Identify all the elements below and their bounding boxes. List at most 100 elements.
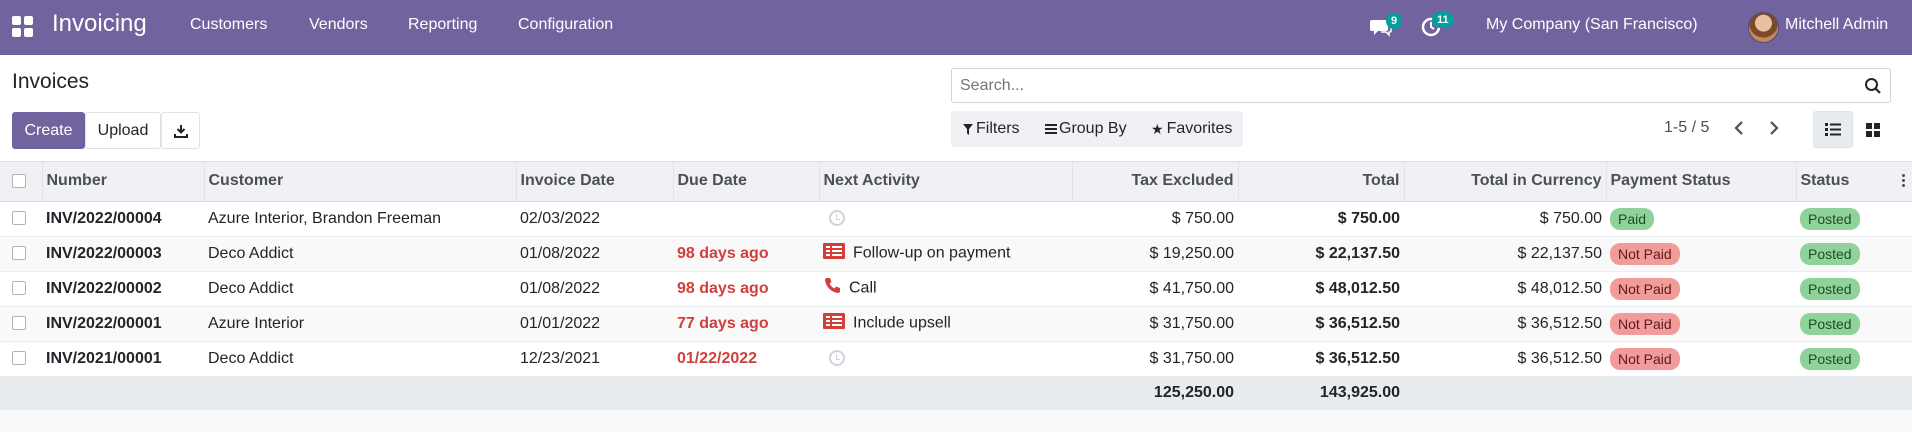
header-due-date[interactable]: Due Date xyxy=(673,162,820,202)
cell-number[interactable]: INV/2022/00001 xyxy=(42,306,204,342)
row-select-cell[interactable] xyxy=(0,341,42,377)
cell-payment-status[interactable]: Paid xyxy=(1606,201,1796,237)
cell-tax-excluded[interactable]: $ 750.00 xyxy=(1072,201,1238,237)
cell-total-in-currency[interactable]: $ 22,137.50 xyxy=(1404,236,1606,272)
cell-tax-excluded[interactable]: $ 41,750.00 xyxy=(1072,271,1238,307)
kanban-view-button[interactable] xyxy=(1853,111,1893,148)
apps-menu-icon[interactable] xyxy=(12,16,33,37)
row-checkbox[interactable] xyxy=(12,246,26,261)
cell-total[interactable]: $ 22,137.50 xyxy=(1238,236,1404,272)
header-invoice-date[interactable]: Invoice Date xyxy=(516,162,674,202)
cell-due-date[interactable] xyxy=(673,201,819,237)
cell-payment-status[interactable]: Not Paid xyxy=(1606,341,1796,377)
row-checkbox[interactable] xyxy=(12,211,26,226)
select-all-cell[interactable] xyxy=(0,162,43,202)
row-select-cell[interactable] xyxy=(0,236,42,272)
cell-customer[interactable]: Deco Addict xyxy=(204,271,516,307)
pager-previous-icon[interactable] xyxy=(1733,120,1745,141)
row-select-cell[interactable] xyxy=(0,271,42,307)
list-view-button[interactable] xyxy=(1813,111,1853,148)
filters-toggle[interactable]: Filters xyxy=(963,120,1020,138)
cell-due-date[interactable]: 98 days ago xyxy=(673,271,819,307)
cell-customer[interactable]: Deco Addict xyxy=(204,341,516,377)
search-input[interactable] xyxy=(960,77,1840,95)
cell-total-in-currency[interactable]: $ 36,512.50 xyxy=(1404,306,1606,342)
cell-tax-excluded[interactable]: $ 31,750.00 xyxy=(1072,341,1238,377)
cell-total[interactable]: $ 36,512.50 xyxy=(1238,306,1404,342)
cell-next-activity[interactable] xyxy=(819,201,1072,237)
header-number[interactable]: Number xyxy=(42,162,205,202)
cell-invoice-date[interactable]: 01/01/2022 xyxy=(516,306,673,342)
table-row[interactable]: INV/2021/00001 Deco Addict 12/23/2021 01/22… xyxy=(0,341,1912,377)
company-switcher[interactable]: My Company (San Francisco) xyxy=(1486,16,1698,34)
user-avatar[interactable] xyxy=(1748,12,1779,43)
cell-due-date[interactable]: 01/22/2022 xyxy=(673,341,819,377)
cell-status[interactable]: Posted xyxy=(1796,341,1912,377)
cell-due-date[interactable]: 77 days ago xyxy=(673,306,819,342)
cell-invoice-date[interactable]: 02/03/2022 xyxy=(516,201,673,237)
table-row[interactable]: INV/2022/00002 Deco Addict 01/08/2022 98 da… xyxy=(0,271,1912,307)
cell-customer[interactable]: Azure Interior xyxy=(204,306,516,342)
cell-tax-excluded[interactable]: $ 19,250.00 xyxy=(1072,236,1238,272)
row-checkbox[interactable] xyxy=(12,316,26,331)
table-row[interactable]: INV/2022/00003 Deco Addict 01/08/2022 98 da… xyxy=(0,236,1912,272)
search-bar[interactable] xyxy=(951,68,1891,103)
cell-payment-status[interactable]: Not Paid xyxy=(1606,271,1796,307)
app-title[interactable]: Invoicing xyxy=(52,10,147,38)
cell-customer[interactable]: Deco Addict xyxy=(204,236,516,272)
cell-tax-excluded[interactable]: $ 31,750.00 xyxy=(1072,306,1238,342)
row-select-cell[interactable] xyxy=(0,201,42,237)
table-row[interactable]: INV/2022/00001 Azure Interior 01/01/2022 77… xyxy=(0,306,1912,342)
optional-columns-icon[interactable] xyxy=(1901,174,1906,188)
menu-configuration[interactable]: Configuration xyxy=(518,16,613,34)
cell-status[interactable]: Posted xyxy=(1796,271,1912,307)
header-tax-excluded[interactable]: Tax Excluded xyxy=(1072,162,1239,202)
cell-number[interactable]: INV/2021/00001 xyxy=(42,341,204,377)
cell-invoice-date[interactable]: 01/08/2022 xyxy=(516,236,673,272)
header-total-in-currency[interactable]: Total in Currency xyxy=(1404,162,1607,202)
cell-next-activity[interactable]: Include upsell xyxy=(819,306,1072,342)
cell-number[interactable]: INV/2022/00002 xyxy=(42,271,204,307)
cell-total[interactable]: $ 36,512.50 xyxy=(1238,341,1404,377)
cell-total[interactable]: $ 48,012.50 xyxy=(1238,271,1404,307)
header-next-activity[interactable]: Next Activity xyxy=(819,162,1073,202)
cell-status[interactable]: Posted xyxy=(1796,201,1912,237)
row-checkbox[interactable] xyxy=(12,281,26,296)
cell-customer[interactable]: Azure Interior, Brandon Freeman xyxy=(204,201,516,237)
cell-status[interactable]: Posted xyxy=(1796,236,1912,272)
favorites-toggle[interactable]: ★ Favorites xyxy=(1151,120,1232,138)
user-menu[interactable]: Mitchell Admin xyxy=(1785,16,1888,34)
pager-next-icon[interactable] xyxy=(1768,120,1780,141)
groupby-toggle[interactable]: Group By xyxy=(1045,120,1127,138)
row-select-cell[interactable] xyxy=(0,306,42,342)
cell-total[interactable]: $ 750.00 xyxy=(1238,201,1404,237)
export-button[interactable] xyxy=(161,112,200,149)
menu-reporting[interactable]: Reporting xyxy=(408,16,477,34)
row-checkbox[interactable] xyxy=(12,351,26,366)
cell-total-in-currency[interactable]: $ 48,012.50 xyxy=(1404,271,1606,307)
cell-invoice-date[interactable]: 01/08/2022 xyxy=(516,271,673,307)
search-icon[interactable] xyxy=(1864,77,1882,95)
menu-customers[interactable]: Customers xyxy=(190,16,267,34)
cell-payment-status[interactable]: Not Paid xyxy=(1606,236,1796,272)
cell-invoice-date[interactable]: 12/23/2021 xyxy=(516,341,673,377)
header-total[interactable]: Total xyxy=(1238,162,1405,202)
pager-value[interactable]: 1-5 / 5 xyxy=(1664,119,1709,137)
header-customer[interactable]: Customer xyxy=(204,162,517,202)
cell-total-in-currency[interactable]: $ 36,512.50 xyxy=(1404,341,1606,377)
cell-next-activity[interactable]: Follow-up on payment xyxy=(819,236,1072,272)
create-button[interactable]: Create xyxy=(12,112,85,149)
header-status[interactable]: Status xyxy=(1796,162,1912,202)
cell-number[interactable]: INV/2022/00004 xyxy=(42,201,204,237)
upload-button[interactable]: Upload xyxy=(85,112,161,149)
cell-total-in-currency[interactable]: $ 750.00 xyxy=(1404,201,1606,237)
header-payment-status[interactable]: Payment Status xyxy=(1606,162,1797,202)
menu-vendors[interactable]: Vendors xyxy=(309,16,368,34)
table-row[interactable]: INV/2022/00004 Azure Interior, Brandon Fr… xyxy=(0,201,1912,237)
cell-number[interactable]: INV/2022/00003 xyxy=(42,236,204,272)
cell-status[interactable]: Posted xyxy=(1796,306,1912,342)
cell-next-activity[interactable] xyxy=(819,341,1072,377)
cell-next-activity[interactable]: Call xyxy=(819,271,1072,307)
cell-due-date[interactable]: 98 days ago xyxy=(673,236,819,272)
select-all-checkbox[interactable] xyxy=(12,174,26,189)
